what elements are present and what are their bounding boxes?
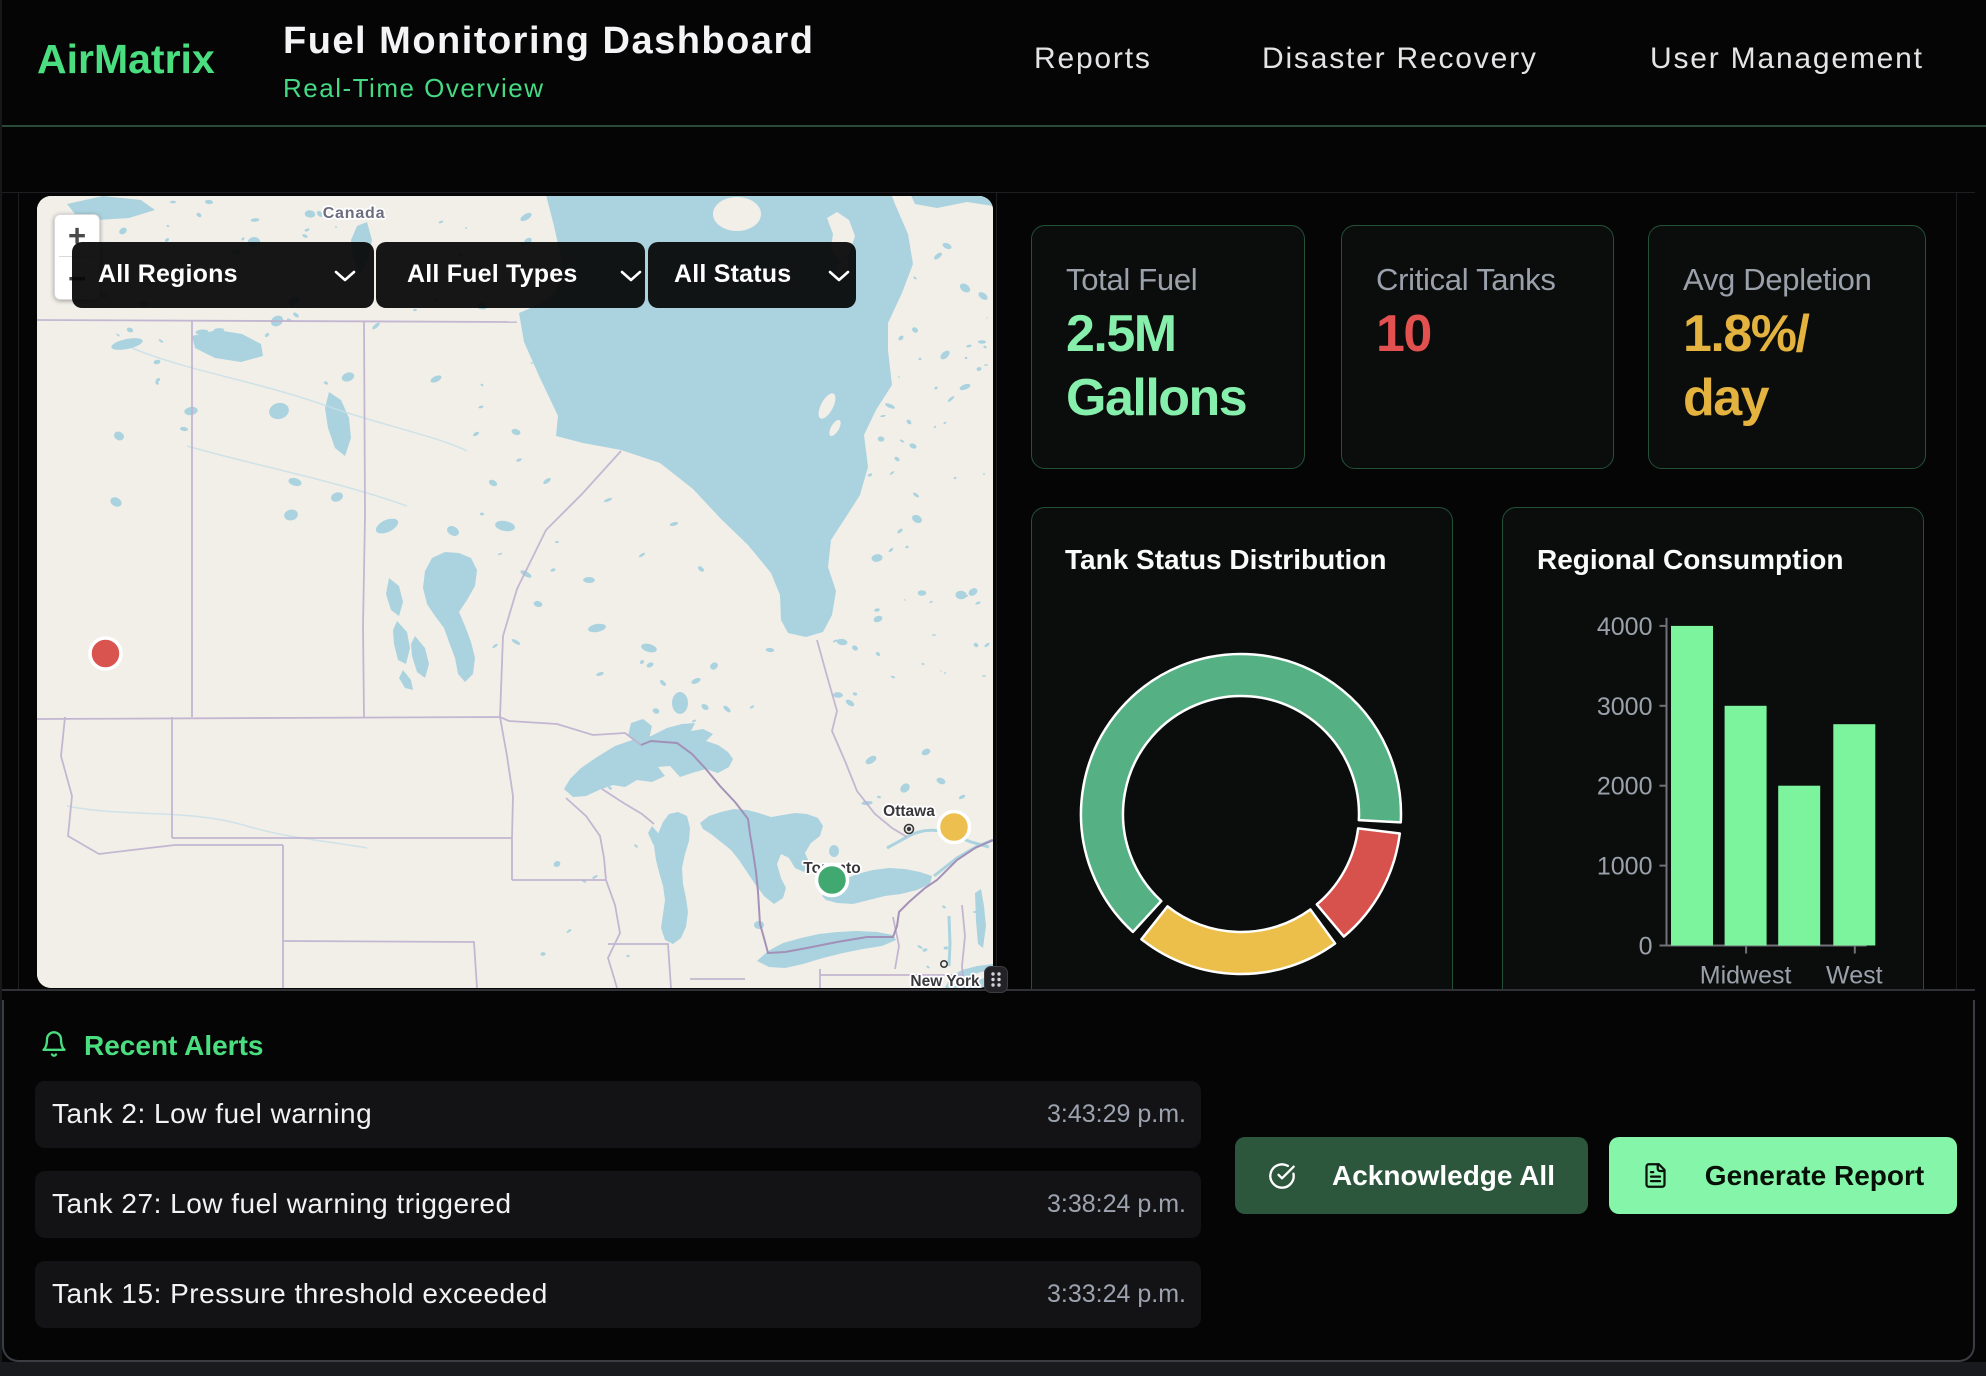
svg-text:Canada: Canada [323, 205, 386, 222]
svg-text:1000: 1000 [1597, 853, 1653, 881]
svg-text:3000: 3000 [1597, 693, 1653, 721]
svg-text:0: 0 [1639, 933, 1653, 961]
svg-text:2000: 2000 [1597, 773, 1653, 801]
svg-text:Midwest: Midwest [1700, 962, 1792, 990]
svg-text:4000: 4000 [1597, 613, 1653, 641]
svg-text:New York: New York [910, 973, 980, 988]
svg-text:Ottawa: Ottawa [883, 803, 935, 820]
svg-text:West: West [1826, 962, 1883, 990]
